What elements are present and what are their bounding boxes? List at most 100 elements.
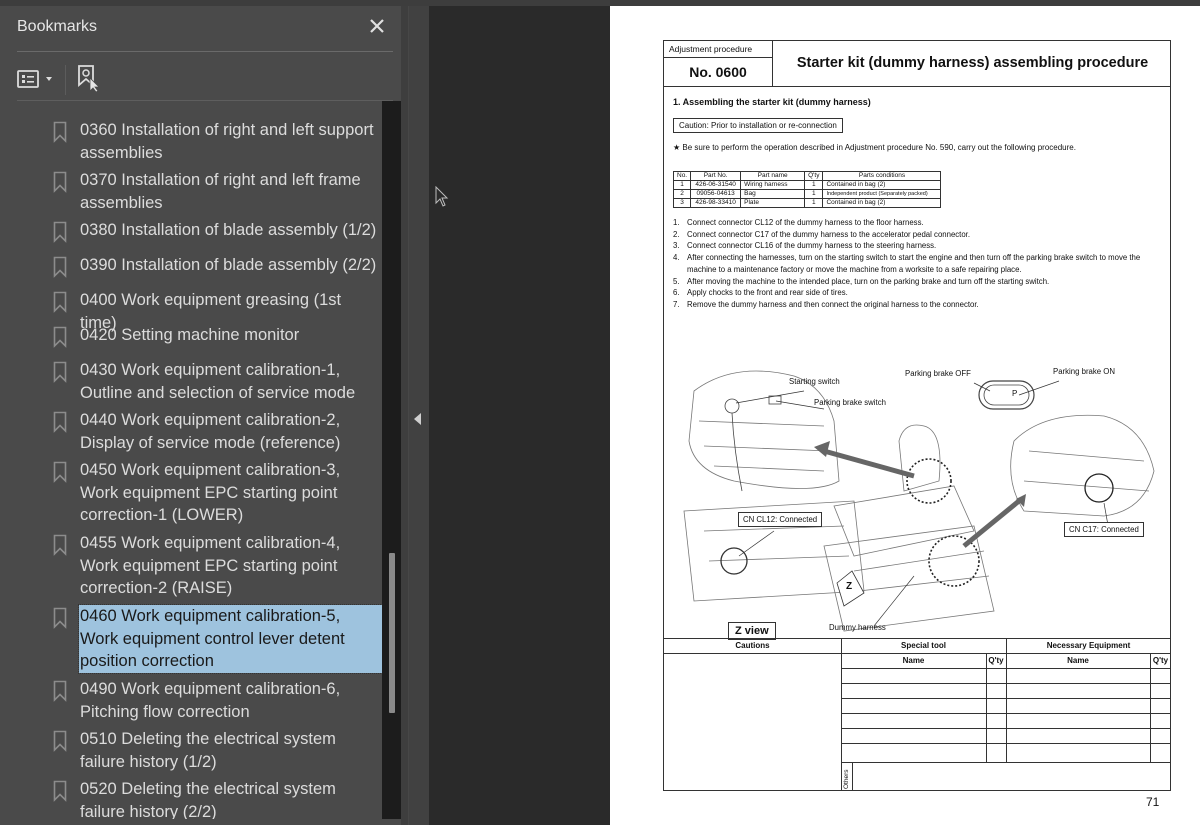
- label-cn-cl12: CN CL12: Connected: [738, 512, 823, 527]
- parts-table-cell: 426-98-33410: [690, 198, 742, 208]
- mouse-cursor-icon: [435, 185, 451, 210]
- step-text: Connect connector C17 of the dummy harne…: [687, 229, 971, 239]
- header-divider: [17, 51, 393, 52]
- parts-table-cell: 09056-04613: [690, 189, 742, 199]
- bookmark-icon: [53, 256, 67, 278]
- procedure-title: Starter kit (dummy harness) assembling p…: [796, 55, 1149, 71]
- parts-table-cell: 1: [804, 189, 824, 199]
- panel-divider[interactable]: [401, 6, 408, 825]
- parts-table-cell: Wiring harness: [740, 180, 806, 190]
- parts-table-cell: Contained in bag (2): [822, 198, 942, 208]
- step-number: 7.: [673, 299, 680, 309]
- step-number: 4.: [673, 253, 680, 263]
- star-note: ★ Be sure to perform the operation descr…: [673, 143, 1076, 152]
- bookmark-label: 0520 Deleting the electrical system fail…: [80, 780, 336, 819]
- special-tool-name-header: Name: [902, 656, 925, 665]
- step-text: Remove the dummy harness and then connec…: [687, 299, 979, 309]
- others-label: Others: [843, 769, 850, 789]
- parts-table-cell: Independent product (Separately packed): [822, 189, 942, 199]
- step-number: 1.: [673, 218, 680, 227]
- step-number: 3.: [673, 241, 680, 251]
- parts-table-cell: Contained in bag (2): [822, 180, 942, 190]
- procedure-step: 3. Connect connector CL16 of the dummy ha…: [673, 240, 1168, 252]
- procedure-step: 6. Apply chocks to the front and rear sid…: [673, 287, 1168, 299]
- procedure-step: 5. After moving the machine to the intend…: [673, 276, 1168, 288]
- parts-table-row: 1 426-06-31540 Wiring harness 1 Contained in…: [672, 180, 942, 190]
- label-parking-brake-switch: Parking brake switch: [814, 398, 886, 407]
- bookmark-label: 0370 Installation of right and left fram…: [80, 171, 361, 212]
- bookmark-icon: [53, 326, 67, 348]
- bookmark-label: 0510 Deleting the electrical system fail…: [80, 730, 336, 771]
- equipment-qty-header: Q'ty: [1152, 656, 1169, 665]
- step-number: 6.: [673, 288, 680, 298]
- chevron-down-icon: [46, 77, 52, 81]
- collapse-panel-icon[interactable]: [414, 413, 421, 425]
- parts-table-cell: Bag: [740, 189, 806, 199]
- equipment-name-header: Name: [1067, 656, 1089, 665]
- bookmarks-header: Bookmarks: [0, 6, 393, 52]
- procedure-steps: 1. Connect connector CL12 of the dummy ha…: [673, 217, 1168, 311]
- special-tool-qty-header: Q'ty: [988, 656, 1004, 665]
- bookmark-icon: [53, 121, 67, 143]
- step-text: Connect connector CL12 of the dummy harn…: [687, 218, 924, 227]
- bookmark-icon: [53, 680, 67, 702]
- bookmark-icon: [53, 607, 67, 629]
- options-menu-button[interactable]: [17, 68, 57, 92]
- bookmark-icon: [53, 534, 67, 556]
- parts-table-row: 2 09056-04613 Bag 1 Independent product (Sep…: [672, 189, 942, 199]
- bookmark-label: 0440 Work equipment calibration-2, Displ…: [80, 411, 341, 452]
- parts-table: No. Part No. Part name Q'ty Parts condit…: [672, 171, 942, 208]
- bookmarks-toolbar: [0, 54, 393, 104]
- col-conditions: Parts conditions: [822, 171, 942, 181]
- parts-table-cell: 426-06-31540: [690, 180, 742, 190]
- col-no: No.: [672, 171, 692, 181]
- bookmark-label: 0460 Work equipment calibration-5, Work …: [78, 604, 382, 674]
- page-frame: Adjustment procedure No. 0600 Starter ki…: [663, 40, 1171, 791]
- step-number: 2.: [673, 229, 680, 239]
- bookmark-label: 0380 Installation of blade assembly (1/2…: [80, 221, 377, 239]
- bookmark-icon: [53, 361, 67, 383]
- tools-equipment-table: Cautions Special tool Necessary Equipmen…: [664, 638, 1171, 791]
- toolbar-separator: [65, 65, 66, 95]
- list-options-icon: [17, 70, 39, 88]
- bookmark-label: 0390 Installation of blade assembly (2/2…: [80, 256, 377, 274]
- close-icon[interactable]: [366, 15, 388, 37]
- bookmark-icon: [53, 291, 67, 313]
- parking-switch-glyph: P: [1012, 389, 1018, 398]
- bookmark-label: 0420 Setting machine monitor: [80, 326, 300, 344]
- special-tool-header: Special tool: [901, 641, 946, 650]
- cautions-header: Cautions: [735, 641, 770, 650]
- label-parking-brake-off: Parking brake OFF: [905, 369, 971, 378]
- bookmark-icon: [53, 730, 67, 752]
- parts-table-cell: 1: [804, 180, 824, 190]
- bookmark-icon: [53, 780, 67, 802]
- step-text: After connecting the harnesses, turn on …: [687, 253, 1141, 274]
- step-text: Apply chocks to the front and rear side …: [687, 288, 848, 298]
- bookmark-label: 0455 Work equipment calibration-4, Work …: [80, 534, 341, 597]
- bookmark-list: 0360 Installation of right and left supp…: [0, 101, 382, 819]
- bookmark-label: 0360 Installation of right and left supp…: [80, 121, 374, 162]
- bookmark-icon: [53, 171, 67, 193]
- bookmark-scrollbar-thumb[interactable]: [389, 553, 395, 713]
- procedure-step: 2. Connect connector C17 of the dummy har…: [673, 229, 1168, 241]
- bookmark-label: 0450 Work equipment calibration-3, Work …: [80, 461, 341, 524]
- header-rule: [664, 86, 1171, 87]
- bookmark-label: 0490 Work equipment calibration-6, Pitch…: [80, 680, 341, 721]
- bookmark-icon: [53, 461, 67, 483]
- bookmark-icon: [53, 221, 67, 243]
- document-page: Adjustment procedure No. 0600 Starter ki…: [610, 6, 1200, 825]
- col-qty: Q'ty: [804, 171, 824, 181]
- procedure-figure: Starting switch Parking brake switch Par…: [674, 331, 1169, 640]
- find-current-bookmark-icon[interactable]: [76, 64, 102, 94]
- bookmark-label: 0430 Work equipment calibration-1, Outli…: [80, 361, 356, 402]
- col-part-name: Part name: [740, 171, 806, 181]
- procedure-number: No. 0600: [664, 58, 773, 86]
- parts-table-cell: 2: [672, 189, 692, 199]
- page-number: 71: [1146, 795, 1160, 809]
- necessary-equipment-header: Necessary Equipment: [1046, 641, 1131, 650]
- procedure-step: 1. Connect connector CL12 of the dummy ha…: [673, 217, 1168, 229]
- parts-table-cell: 1: [804, 198, 824, 208]
- step-number: 5.: [673, 276, 680, 286]
- col-part-no: Part No.: [690, 171, 742, 181]
- step-text: Connect connector CL16 of the dummy harn…: [687, 241, 937, 251]
